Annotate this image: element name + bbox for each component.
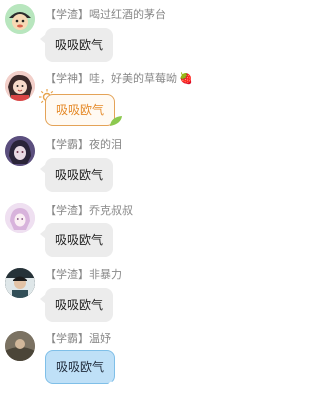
wave-decoration-icon [107, 381, 121, 387]
avatar[interactable] [5, 4, 35, 34]
sender-name-text: 【学神】哇，好美的草莓呦 [45, 72, 177, 85]
person-avatar-icon [5, 268, 35, 298]
anime-avatar-icon [5, 136, 35, 166]
chat-message: 【学渣】乔克叔叔 吸吸欧气 [0, 198, 251, 264]
message-bubble[interactable]: 吸吸欧气 [45, 350, 116, 384]
chat-message: 【学霸】夜的泪 吸吸欧气 [0, 132, 251, 198]
sender-name: 【学霸】夜的泪 [45, 138, 122, 151]
sender-name: 【学神】哇，好美的草莓呦 🍓 [45, 72, 193, 86]
avatar[interactable] [5, 71, 35, 101]
leaf-decoration-icon [110, 116, 122, 126]
sender-name: 【学渣】喝过红酒的茅台 [45, 8, 166, 21]
avatar[interactable] [5, 203, 35, 233]
chat-message: 【学神】哇，好美的草莓呦 🍓 吸吸欧气 [0, 66, 251, 132]
sender-name: 【学霸】温妤 [45, 332, 111, 345]
anime-avatar-icon [5, 203, 35, 233]
girl-avatar-icon [5, 71, 35, 101]
avatar[interactable] [5, 268, 35, 298]
cartoon-avatar-icon [5, 4, 35, 34]
person-avatar-icon [5, 331, 35, 361]
sender-name: 【学渣】非暴力 [45, 268, 122, 281]
avatar[interactable] [5, 331, 35, 361]
chat-message: 【学霸】温妤 吸吸欧气 [0, 330, 251, 394]
message-bubble[interactable]: 吸吸欧气 [39, 28, 114, 62]
avatar[interactable] [5, 136, 35, 166]
chat-message: 【学渣】喝过红酒的茅台 吸吸欧气 [0, 0, 251, 66]
message-bubble[interactable]: 吸吸欧气 [39, 223, 114, 257]
message-bubble[interactable]: 吸吸欧气 [39, 288, 114, 322]
strawberry-emoji: 🍓 [179, 72, 193, 85]
message-bubble[interactable]: 吸吸欧气 [45, 94, 116, 126]
message-bubble[interactable]: 吸吸欧气 [39, 158, 114, 192]
chat-message: 【学渣】非暴力 吸吸欧气 [0, 264, 251, 330]
sender-name: 【学渣】乔克叔叔 [45, 204, 133, 217]
